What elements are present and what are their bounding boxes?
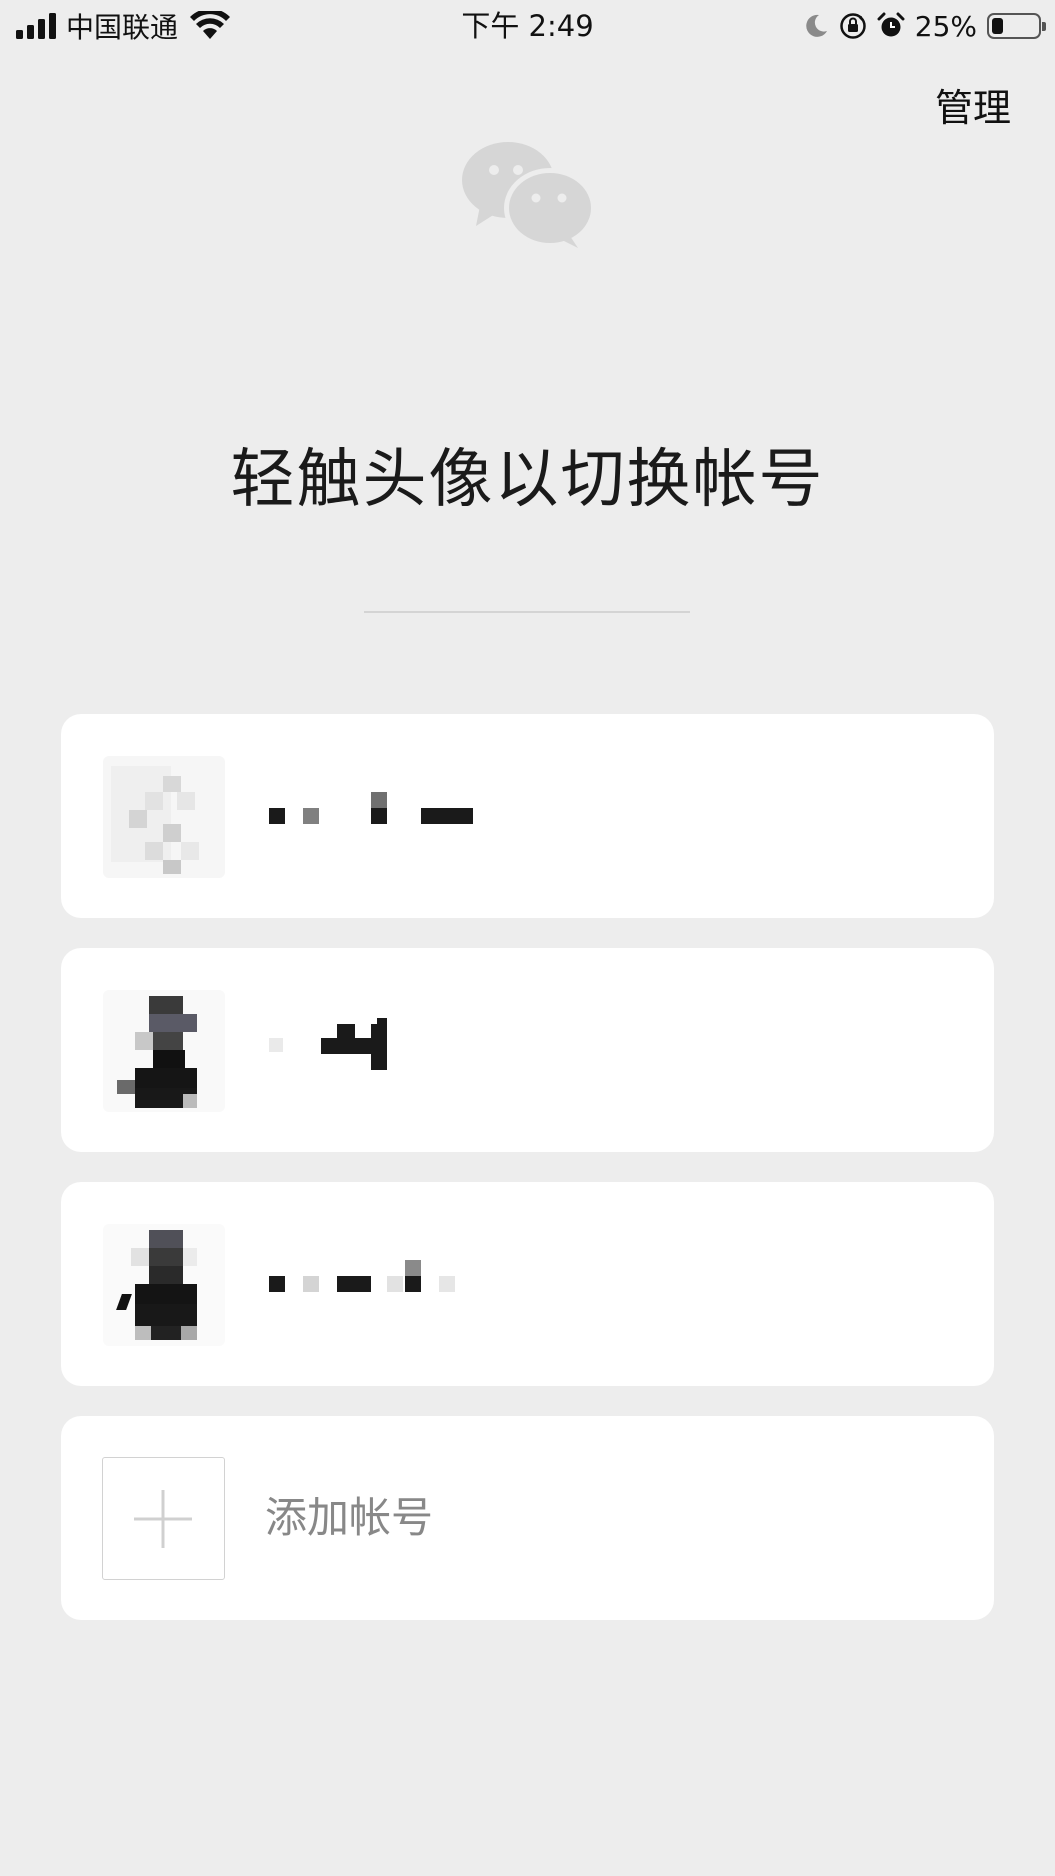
alarm-icon <box>877 12 905 37</box>
battery-icon <box>987 13 1046 39</box>
status-right: 25% <box>803 6 1046 46</box>
account-name-redacted <box>269 790 569 840</box>
account-card[interactable] <box>61 948 994 1152</box>
status-bar: 中国联通 下午 2:49 25% <box>0 0 1055 54</box>
avatar-icon[interactable] <box>103 1224 225 1346</box>
orientation-lock-icon <box>840 13 866 39</box>
manage-button[interactable]: 管理 <box>935 84 1011 132</box>
add-account-button[interactable] <box>102 1457 225 1580</box>
plus-icon <box>134 1490 192 1548</box>
avatar-icon[interactable] <box>103 990 225 1112</box>
avatar-icon[interactable] <box>103 756 225 878</box>
battery-percent: 25% <box>914 9 977 43</box>
add-account-card[interactable]: 添加帐号 <box>61 1416 994 1620</box>
account-name-redacted <box>269 1018 569 1074</box>
wechat-logo-icon <box>462 142 594 248</box>
moon-icon <box>806 14 827 37</box>
page-title: 轻触头像以切换帐号 <box>230 443 825 517</box>
add-account-label: 添加帐号 <box>265 1493 434 1542</box>
account-name-redacted <box>269 1258 569 1308</box>
divider <box>364 611 690 613</box>
battery-level-fill <box>992 18 1003 34</box>
account-card[interactable] <box>61 1182 994 1386</box>
account-card[interactable] <box>61 714 994 918</box>
